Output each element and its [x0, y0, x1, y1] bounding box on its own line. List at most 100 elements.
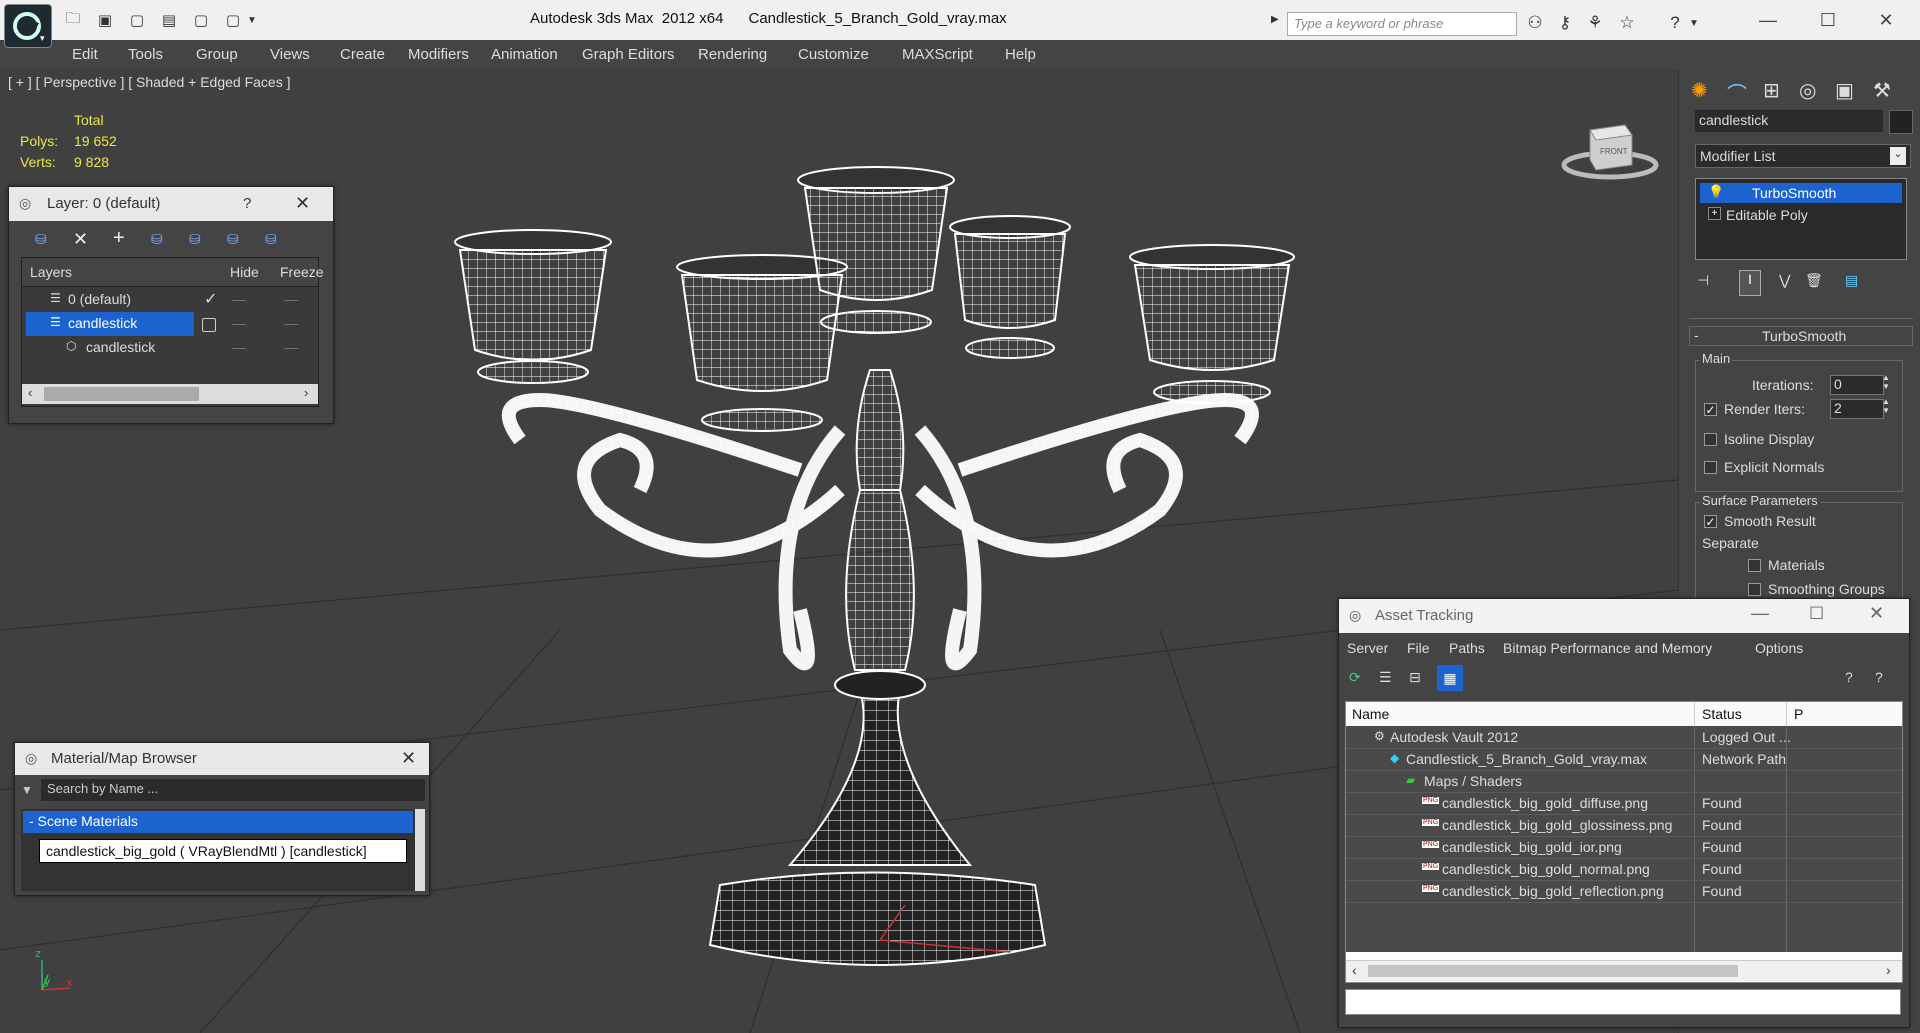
table-view-icon[interactable]: ▦	[1437, 665, 1463, 691]
scroll-thumb[interactable]	[1368, 965, 1738, 977]
configure-modifier-sets-icon[interactable]: ▤	[1845, 272, 1858, 289]
list-view-icon[interactable]: ☰	[1379, 669, 1392, 686]
material-browser-titlebar[interactable]: ◎ Material/Map Browser ✕	[15, 743, 429, 775]
hide-toggle[interactable]: —	[232, 315, 246, 331]
redo-icon[interactable]: ▤	[158, 10, 180, 30]
search-input[interactable]: Type a keyword or phrase	[1287, 12, 1517, 36]
layer-window-titlebar[interactable]: ◎ Layer: 0 (default) ? ✕	[9, 187, 333, 221]
app-logo[interactable]: ▾	[4, 4, 52, 48]
make-unique-icon[interactable]: ⋁	[1779, 272, 1790, 289]
close-button[interactable]: ✕	[1866, 6, 1906, 34]
layer-horizontal-scrollbar[interactable]: ‹ ›	[22, 384, 318, 404]
motion-tab-icon[interactable]: ◎	[1799, 78, 1816, 103]
menu-views[interactable]: Views	[270, 46, 310, 63]
show-end-result-icon[interactable]: I	[1739, 270, 1761, 296]
turbosmooth-rollout-header[interactable]: - TurboSmooth	[1689, 326, 1913, 346]
set-active-checkbox[interactable]	[202, 318, 216, 332]
asset-tracking-titlebar[interactable]: ◎ Asset Tracking — ☐ ✕	[1339, 599, 1909, 633]
light-bulb-icon[interactable]: 💡	[1708, 184, 1724, 200]
asset-path-field[interactable]	[1345, 989, 1901, 1015]
object-name-field[interactable]: candlestick	[1695, 110, 1883, 132]
menu-graph-editors[interactable]: Graph Editors	[582, 46, 675, 63]
iterations-spinner-arrows[interactable]: ▲ ▼	[1882, 373, 1890, 391]
stack-item-editable-poly[interactable]: + Editable Poly	[1700, 205, 1902, 225]
fetch-icon[interactable]: ▢	[222, 10, 244, 30]
viewport-label[interactable]: [ + ] [ Perspective ] [ Shaded + Edged F…	[8, 74, 291, 90]
help-question-icon[interactable]: ?	[1845, 669, 1853, 685]
candlestick-wireframe[interactable]	[454, 166, 1295, 966]
layer-object-row[interactable]: ⬡ candlestick — —	[22, 336, 318, 360]
subscription-icon[interactable]: ⚘	[1582, 12, 1608, 34]
table-row[interactable]: ⚙ Autodesk Vault 2012 Logged Out ...	[1346, 726, 1902, 749]
maximize-button[interactable]: ☐	[1808, 6, 1848, 34]
table-row[interactable]: PNG candlestick_big_gold_glossiness.png …	[1346, 814, 1902, 837]
isoline-checkbox[interactable]	[1704, 433, 1717, 446]
menu-help[interactable]: Help	[1005, 46, 1036, 63]
asset-menu-options[interactable]: Options	[1755, 640, 1803, 656]
help-dropdown-icon[interactable]: ▼	[1688, 12, 1700, 34]
table-row[interactable]: ◆ Candlestick_5_Branch_Gold_vray.max Net…	[1346, 748, 1902, 771]
col-layers[interactable]: Layers	[30, 264, 72, 280]
binoculars-icon[interactable]: ⚇	[1522, 12, 1548, 34]
browser-options-dropdown-icon[interactable]: ▼	[21, 783, 33, 797]
pin-stack-icon[interactable]: ⊣	[1697, 272, 1709, 289]
add-to-layer-icon[interactable]: +	[113, 227, 125, 250]
table-row[interactable]: PNG candlestick_big_gold_diffuse.png Fou…	[1346, 792, 1902, 815]
hierarchy-tab-icon[interactable]: ⊞	[1763, 78, 1780, 103]
scroll-left-icon[interactable]: ‹	[1352, 962, 1357, 978]
smooth-result-checkbox[interactable]: ✓	[1704, 515, 1717, 528]
table-row[interactable]: ▰ Maps / Shaders	[1346, 770, 1902, 793]
asset-maximize-button[interactable]: ☐	[1809, 604, 1824, 624]
scroll-right-icon[interactable]: ›	[1886, 962, 1891, 978]
favorites-star-icon[interactable]: ☆	[1614, 12, 1640, 34]
scroll-right-icon[interactable]: ›	[304, 385, 308, 400]
materials-checkbox[interactable]	[1748, 559, 1761, 572]
menu-customize[interactable]: Customize	[798, 46, 869, 63]
utilities-tab-icon[interactable]: ⚒	[1873, 78, 1891, 103]
hide-all-icon[interactable]: ⛁	[227, 231, 239, 248]
render-iters-spinner[interactable]: 2	[1830, 399, 1884, 419]
refresh-icon[interactable]: ⟳	[1349, 669, 1361, 686]
chevron-down-icon[interactable]: ⌄	[1890, 147, 1906, 165]
save-icon[interactable]: ▣	[94, 10, 116, 30]
layer-window-close-button[interactable]: ✕	[295, 193, 310, 214]
stack-item-turbosmooth[interactable]: 💡 TurboSmooth	[1700, 183, 1902, 203]
col-hide[interactable]: Hide	[230, 264, 259, 280]
menu-modifiers[interactable]: Modifiers	[408, 46, 469, 63]
delete-layer-icon[interactable]: ✕	[73, 229, 88, 250]
select-in-layer-icon[interactable]: ⛁	[151, 231, 163, 248]
context-help-icon[interactable]: ?	[1875, 669, 1883, 685]
asset-menu-file[interactable]: File	[1407, 640, 1430, 656]
layer-window-help-button[interactable]: ?	[243, 195, 251, 212]
minimize-button[interactable]: —	[1748, 6, 1788, 34]
menu-animation[interactable]: Animation	[491, 46, 558, 63]
asset-close-button[interactable]: ✕	[1869, 603, 1884, 624]
search-expand-icon[interactable]: ▶	[1271, 14, 1279, 28]
explicit-normals-checkbox[interactable]	[1704, 461, 1717, 474]
render-iters-checkbox[interactable]: ✓	[1704, 403, 1717, 416]
asset-horizontal-scrollbar[interactable]: ‹ ›	[1346, 960, 1902, 981]
menu-group[interactable]: Group	[196, 46, 238, 63]
asset-menu-server[interactable]: Server	[1347, 640, 1388, 656]
key-icon[interactable]: ⚷	[1552, 12, 1578, 34]
hide-toggle[interactable]: —	[232, 291, 246, 307]
display-tab-icon[interactable]: ▣	[1835, 78, 1854, 103]
new-scene-icon[interactable]: 🗀	[62, 10, 84, 30]
tree-view-icon[interactable]: ⊟	[1409, 669, 1421, 686]
hide-toggle[interactable]: —	[232, 339, 246, 355]
iterations-spinner[interactable]: 0	[1830, 375, 1884, 395]
material-list-scrollbar[interactable]	[415, 809, 425, 891]
material-browser-close-button[interactable]: ✕	[401, 748, 416, 769]
expand-plus-icon[interactable]: +	[1708, 207, 1721, 220]
menu-tools[interactable]: Tools	[128, 46, 163, 63]
render-iters-spinner-arrows[interactable]: ▲ ▼	[1882, 397, 1890, 415]
material-item[interactable]: candlestick_big_gold ( VRayBlendMtl ) [c…	[39, 839, 407, 863]
freeze-toggle[interactable]: —	[284, 291, 298, 307]
material-search-input[interactable]: Search by Name ...	[41, 779, 425, 801]
freeze-toggle[interactable]: —	[284, 339, 298, 355]
smoothing-groups-checkbox[interactable]	[1748, 583, 1761, 596]
create-tab-icon[interactable]: ✺	[1691, 78, 1708, 103]
remove-modifier-icon[interactable]: 🗑	[1805, 272, 1823, 289]
create-layer-icon[interactable]: ⛁	[35, 231, 47, 248]
asset-minimize-button[interactable]: —	[1751, 603, 1769, 624]
